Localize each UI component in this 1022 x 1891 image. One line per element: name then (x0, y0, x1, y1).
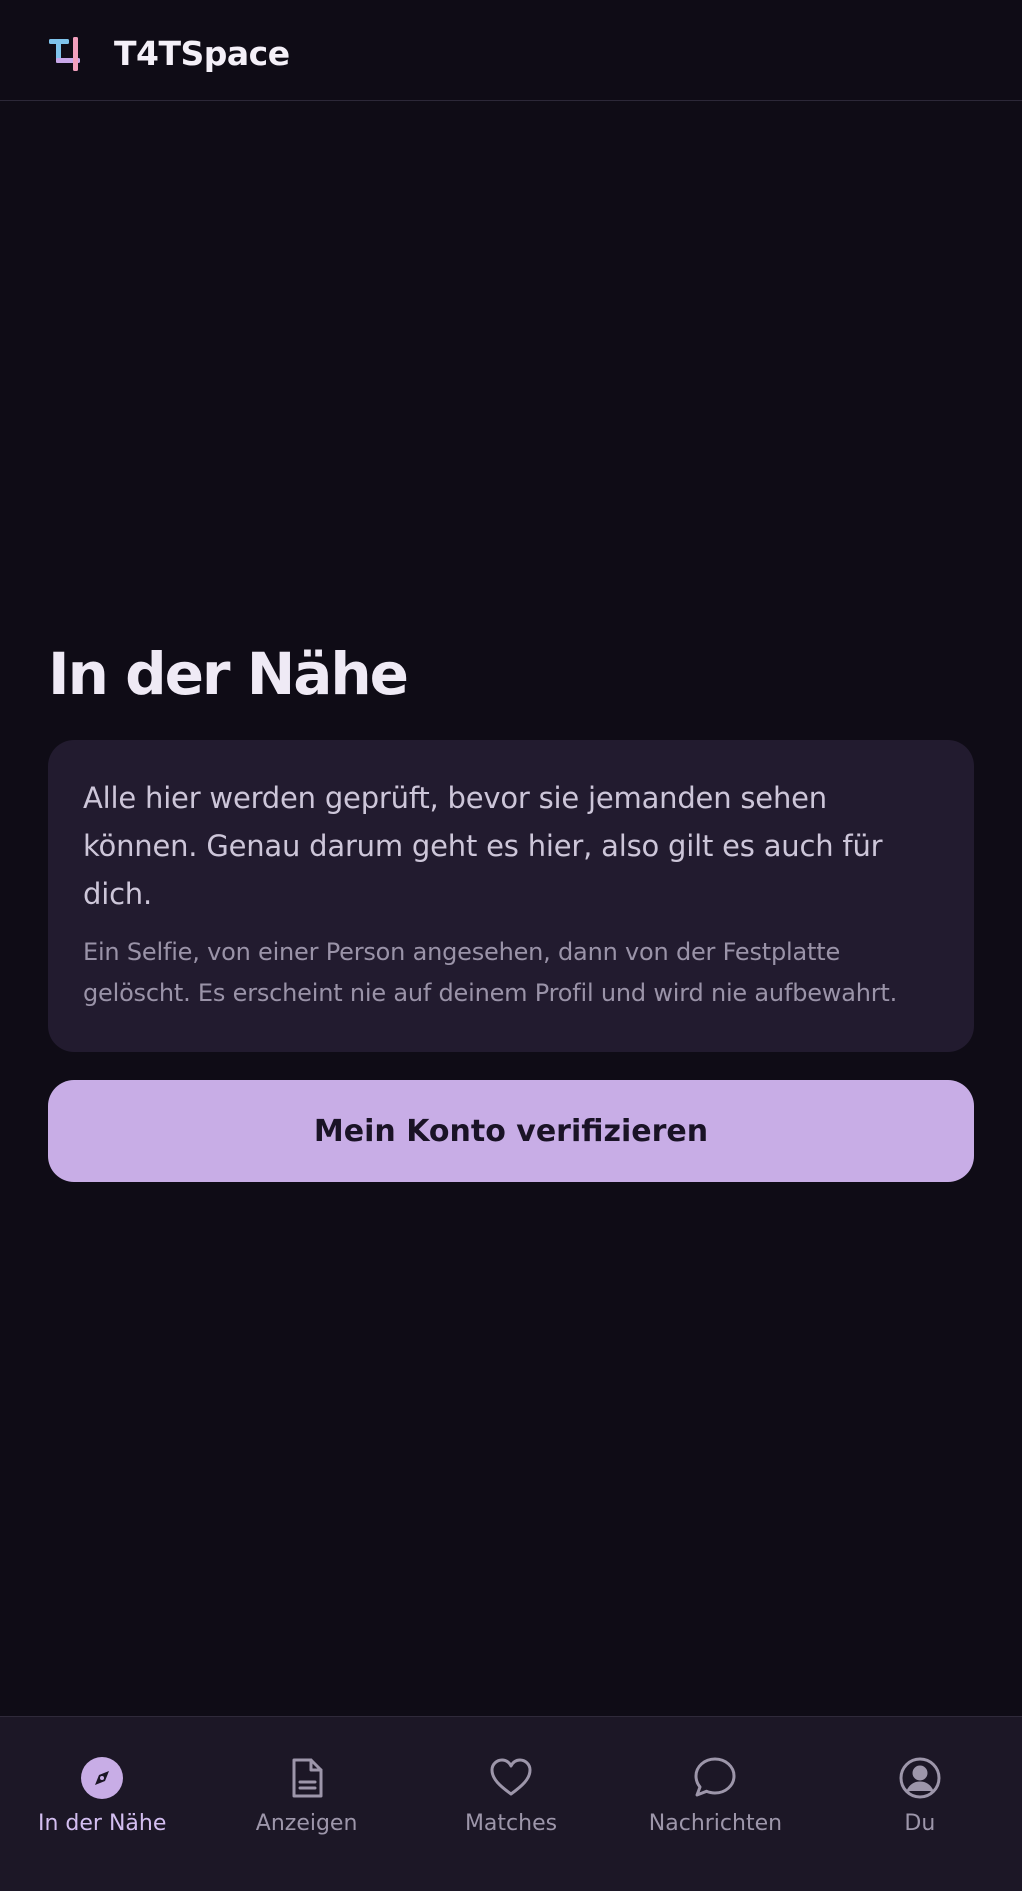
app-header: T4TSpace (0, 0, 1022, 101)
app-title: T4TSpace (114, 34, 290, 73)
nav-item-matches[interactable]: Matches (409, 1717, 613, 1891)
nav-label-matches: Matches (464, 1811, 558, 1836)
nav-item-nearby[interactable]: In der Nähe (0, 1717, 204, 1891)
page-title: In der Nähe (48, 640, 409, 708)
verification-lead-text: Alle hier werden geprüft, bevor sie jema… (83, 781, 883, 911)
compass-icon (79, 1755, 125, 1801)
verify-account-button[interactable]: Mein Konto verifizieren (48, 1080, 974, 1182)
verification-info-card: Alle hier werden geprüft, bevor sie jema… (48, 740, 974, 1052)
nav-label-nearby: In der Nähe (38, 1811, 167, 1836)
chat-bubble-icon (692, 1755, 738, 1801)
nav-label-profile: Du (904, 1811, 936, 1836)
verification-privacy-note: Ein Selfie, von einer Person angesehen, … (83, 938, 898, 1007)
nav-item-profile[interactable]: Du (818, 1717, 1022, 1891)
heart-icon (488, 1755, 534, 1801)
document-icon (284, 1755, 330, 1801)
t4-logo-icon[interactable] (47, 35, 85, 73)
user-circle-icon (897, 1755, 943, 1801)
nav-label-ads: Anzeigen (255, 1811, 358, 1836)
nav-item-ads[interactable]: Anzeigen (204, 1717, 408, 1891)
nav-label-messages: Nachrichten (648, 1811, 783, 1836)
nav-item-messages[interactable]: Nachrichten (613, 1717, 817, 1891)
bottom-navigation: In der Nähe Anzeigen Matches Nachrichten (0, 1716, 1022, 1891)
